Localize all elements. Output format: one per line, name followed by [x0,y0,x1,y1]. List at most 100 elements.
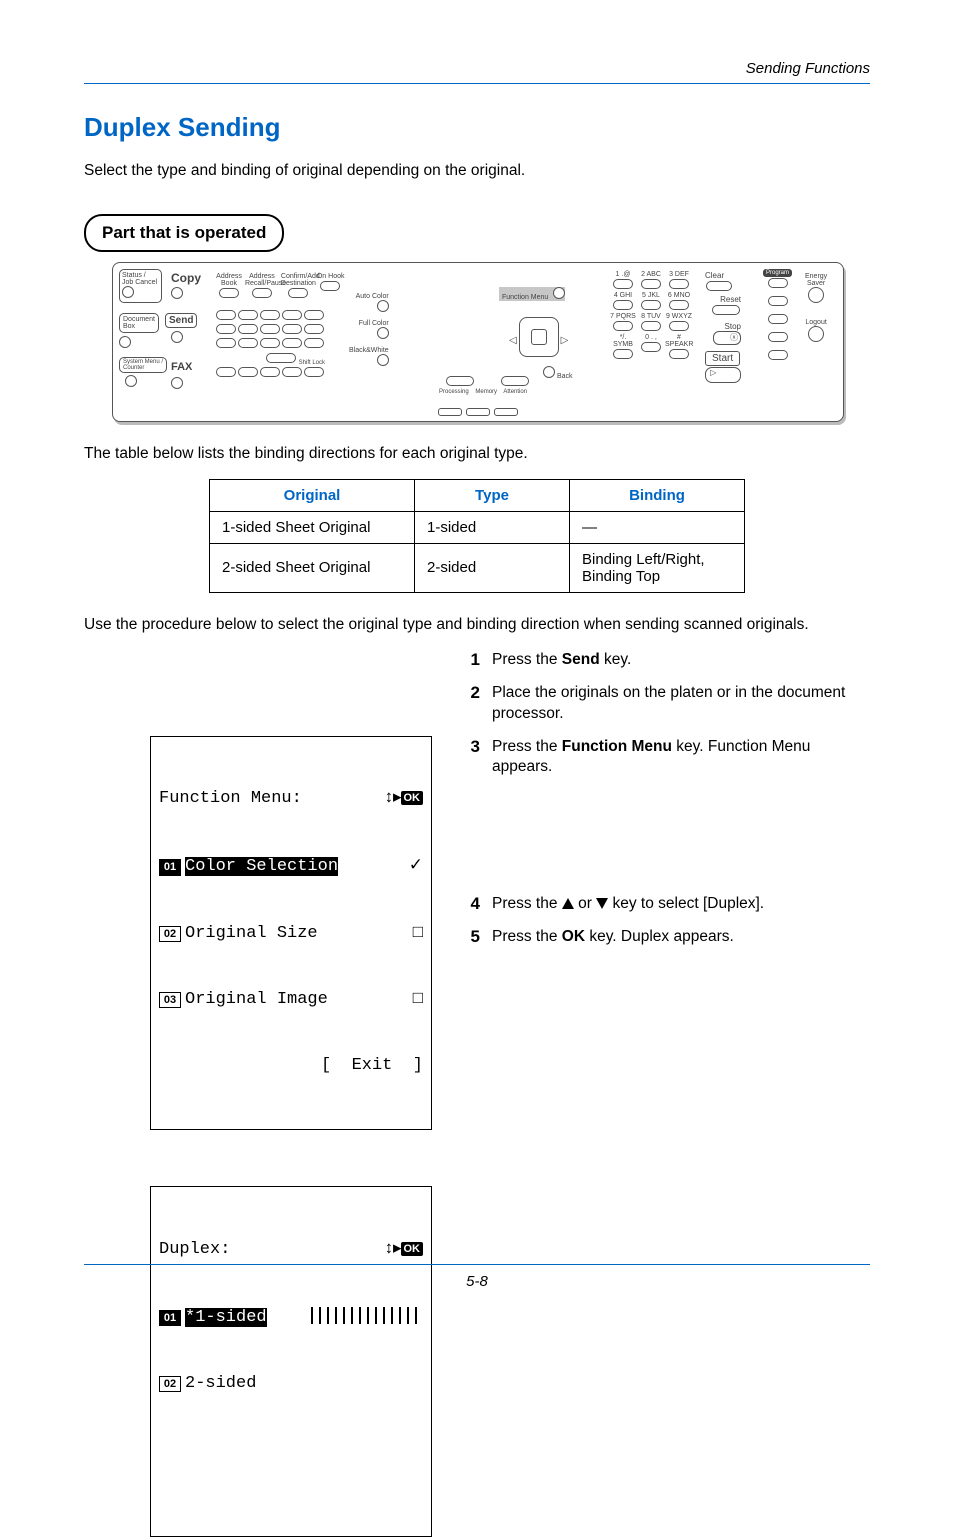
misc-key-4[interactable] [768,350,788,360]
binding-table: Original Type Binding 1-sided Sheet Orig… [209,479,745,593]
auto-color[interactable]: Auto Color [349,293,389,314]
th-type: Type [415,479,570,511]
step-4: Press the or key to select [Duplex]. [492,894,870,915]
procedure-intro: Use the procedure below to select the or… [84,615,870,636]
indicator: Processing [439,389,469,395]
step-2: Place the originals on the platen or in … [492,683,870,725]
function-menu-area: Function Menu [499,287,565,301]
nav-arrows-icon: ↕▸ [384,1240,401,1259]
onetouch-row[interactable] [215,309,325,323]
lcd1-softkey: [ Exit ] [159,1055,423,1077]
clear-key[interactable]: Clear [705,271,741,294]
numeric-keypad[interactable]: 1 .@2 ABC3 DEF 4 GHI5 JKL6 MNO 7 PQRS8 T… [609,271,693,362]
step-num: 5 [454,927,492,948]
nav-ok[interactable] [519,317,559,357]
status-key[interactable] [122,286,134,298]
start-key[interactable]: Start ▷ [705,351,741,383]
sysmenu-label: System Menu / Counter [119,357,167,373]
cursor-hatch-icon [311,1307,423,1324]
lcd1-item-label: Original Size [185,924,318,943]
softkey[interactable] [446,376,474,386]
step-num: 4 [454,894,492,915]
onetouch-row[interactable] [215,323,325,337]
onetouch-row[interactable] [215,366,325,380]
misc-key-2[interactable] [768,314,788,324]
lcd1-item-num: 01 [159,859,181,875]
on-hook[interactable]: On Hook [317,273,343,294]
copy-label: Copy [171,271,201,285]
lcd2-item-label: 2-sided [185,1374,256,1393]
function-menu-key[interactable] [553,287,565,299]
lcd1-item-num: 02 [159,926,181,942]
confirm-dest[interactable]: Confirm/Add Destination [281,273,315,301]
logout-key[interactable]: Logout [805,319,827,344]
send-label: Send [165,313,197,328]
step-1: Press the Send key. [492,650,870,671]
lcd2-title: Duplex: [159,1239,230,1261]
sysmenu-key[interactable] [125,375,137,387]
running-header: Sending Functions [84,60,870,77]
rule-bottom [84,1264,870,1265]
submenu-icon: □ [413,923,423,945]
intro-text: Select the type and binding of original … [84,161,870,182]
jobcancel-label: Job Cancel [122,279,157,286]
addr-recall[interactable]: Address Recall/Pause [245,273,279,301]
black-white[interactable]: Black&White [349,347,389,368]
th-original: Original [210,479,415,511]
addr-book[interactable]: Address Book [215,273,243,301]
lcd1-item-label: Original Image [185,990,328,1009]
lcd1-item-label: Color Selection [185,857,338,876]
stop-key[interactable]: Stopⓧ [705,322,741,345]
indicator: Attention [503,389,527,395]
page-number: 5-8 [84,1273,870,1290]
panel-foot [438,408,462,416]
table-row: 1-sided Sheet Original1-sided— [210,511,745,543]
step-3: Press the Function Menu key. Function Me… [492,737,870,779]
up-triangle-icon [562,898,574,909]
status-label: Status / [122,272,146,279]
page-title: Duplex Sending [84,112,870,143]
fax-label: FAX [171,361,192,373]
ok-badge-icon: OK [401,1242,424,1256]
shift-lock[interactable] [266,353,296,363]
lcd2-item-num: 02 [159,1376,181,1392]
onetouch-row[interactable] [215,337,325,351]
step-num: 3 [454,737,492,779]
control-panel-figure: Status /Job Cancel Copy Document Box Sen… [112,262,870,422]
docbox-key[interactable] [119,336,131,348]
back-key[interactable]: Back [543,366,573,380]
down-triangle-icon [596,898,608,909]
check-icon: ✓ [409,856,423,878]
part-operated-pill: Part that is operated [84,214,284,252]
panel-foot [494,408,518,416]
lcd-function-menu: Function Menu: ↕▸OK 01Color Selection ✓ … [150,736,432,1131]
step-5: Press the OK key. Duplex appears. [492,927,870,948]
send-key[interactable] [171,331,183,343]
energy-saver-key[interactable]: Energy Saver [805,273,827,305]
lcd-duplex: Duplex: ↕▸OK 01*1-sided 022-sided [150,1186,432,1536]
ok-badge-icon: OK [401,791,424,805]
panel-foot [466,408,490,416]
table-row: 2-sided Sheet Original2-sidedBinding Lef… [210,543,745,592]
fax-key[interactable] [171,377,183,389]
rule-top [84,83,870,84]
step-num: 1 [454,650,492,671]
nav-arrows-icon: ↕▸ [384,789,401,808]
submenu-icon: □ [413,989,423,1011]
reset-key[interactable]: Reset [705,295,741,318]
table-intro: The table below lists the binding direct… [84,444,870,465]
program-key[interactable]: Program [763,269,792,291]
docbox-label: Document Box [119,313,159,333]
lcd2-item-num: 01 [159,1310,181,1326]
full-color[interactable]: Full Color [349,320,389,341]
lcd1-item-num: 03 [159,992,181,1008]
lcd2-item-label: *1-sided [185,1308,267,1327]
softkey[interactable] [501,376,529,386]
th-binding: Binding [570,479,745,511]
misc-key-1[interactable] [768,296,788,306]
lcd1-title: Function Menu: [159,788,302,810]
copy-key[interactable] [171,287,183,299]
misc-key-3[interactable] [768,332,788,342]
function-menu-label: Function Menu [499,293,551,302]
step-num: 2 [454,683,492,725]
